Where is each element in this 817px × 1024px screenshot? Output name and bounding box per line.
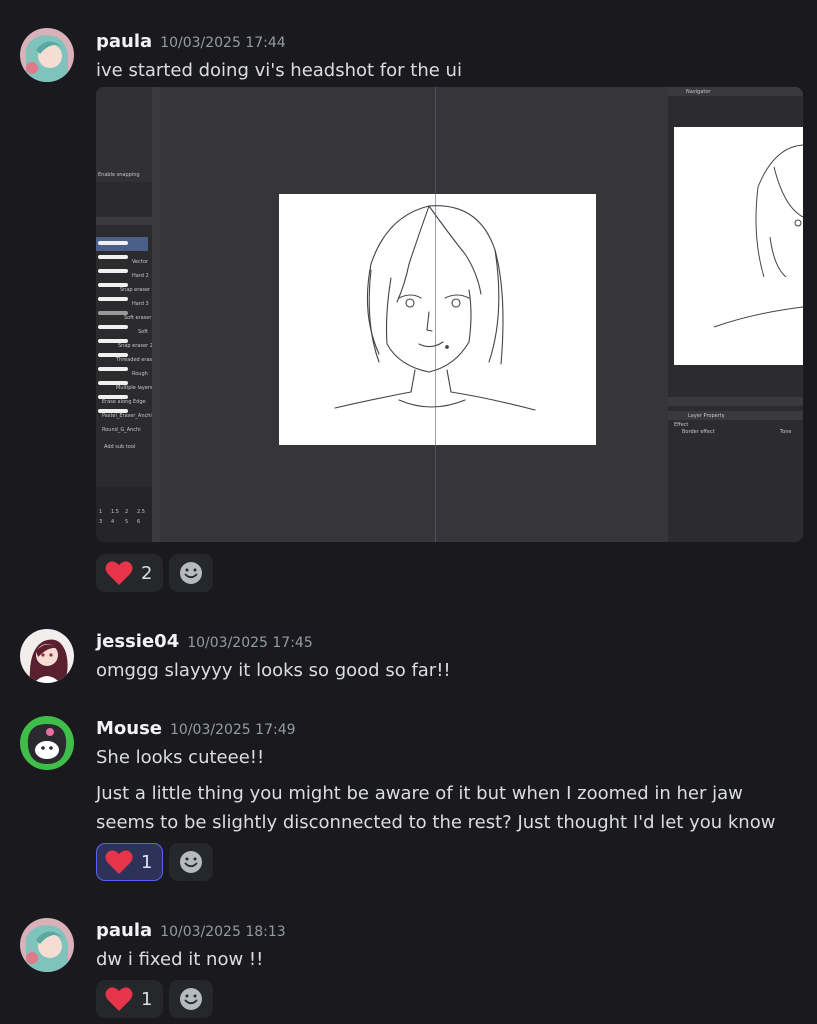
brush-size: 3 bbox=[99, 519, 103, 525]
message-header: paula 10/03/2025 17:44 bbox=[96, 31, 286, 52]
timestamp: 10/03/2025 17:45 bbox=[187, 635, 313, 651]
tool-label: Snap eraser bbox=[120, 287, 151, 293]
tool-label: Enable snapping bbox=[98, 172, 140, 178]
tool-label: Rough bbox=[132, 371, 148, 377]
reaction-count: 1 bbox=[141, 988, 153, 1010]
canvas-area bbox=[160, 87, 668, 542]
brush-size: 5 bbox=[125, 519, 129, 525]
message-header: jessie04 10/03/2025 17:45 bbox=[96, 631, 313, 652]
drawing-canvas bbox=[279, 194, 596, 445]
brush-size-panel: 1 1.5 2 2.5 3 4 5 6 bbox=[96, 487, 152, 542]
image-attachment[interactable]: Enable snapping Vector Hard 2 Snap erase… bbox=[96, 87, 803, 542]
panel-label: Layer Property bbox=[688, 413, 725, 419]
reaction-heart[interactable]: 1 bbox=[96, 980, 164, 1018]
avatar-paula[interactable] bbox=[20, 918, 74, 972]
heart-icon bbox=[105, 850, 133, 874]
reaction-heart[interactable]: 1 bbox=[96, 843, 164, 881]
avatar-paula-image bbox=[20, 28, 74, 82]
heart-icon bbox=[105, 987, 133, 1011]
message-paula-1: paula 10/03/2025 17:44 ive started doing … bbox=[0, 0, 817, 600]
add-reaction-button[interactable] bbox=[169, 843, 214, 881]
guide-line bbox=[435, 87, 436, 542]
smile-icon bbox=[180, 851, 203, 873]
tool-label: Snap eraser 2 bbox=[118, 343, 153, 349]
avatar-paula[interactable] bbox=[20, 28, 74, 82]
heart-icon bbox=[105, 561, 133, 585]
brush-size: 4 bbox=[111, 519, 115, 525]
tool-label: Soft eraser bbox=[124, 315, 152, 321]
navigator-preview bbox=[674, 127, 803, 365]
panel-label: Tone bbox=[780, 429, 792, 435]
avatar-jessie04-image bbox=[20, 629, 74, 683]
tool-label: Multiple layers bbox=[116, 385, 153, 391]
add-reaction-button[interactable] bbox=[169, 554, 214, 592]
message-header: paula 10/03/2025 18:13 bbox=[96, 920, 286, 941]
tool-label: Add sub tool bbox=[104, 444, 136, 450]
timestamp: 10/03/2025 17:44 bbox=[160, 35, 286, 51]
tool-label: Erase along Edge bbox=[102, 399, 146, 405]
add-reaction-button[interactable] bbox=[169, 980, 214, 1018]
username[interactable]: paula bbox=[96, 920, 152, 941]
tool-label: Hard 3 bbox=[132, 301, 149, 307]
avatar-paula-image bbox=[20, 918, 74, 972]
smile-icon bbox=[180, 988, 203, 1010]
reaction-bar: 1 bbox=[96, 843, 214, 881]
brush-size: 2.5 bbox=[137, 509, 145, 515]
avatar-mouse-image bbox=[20, 716, 74, 770]
username[interactable]: jessie04 bbox=[96, 631, 179, 652]
brush-size: 6 bbox=[137, 519, 141, 525]
panel-label: Border effect bbox=[682, 429, 715, 435]
username[interactable]: Mouse bbox=[96, 718, 162, 739]
message-text: dw i fixed it now !! bbox=[96, 949, 264, 970]
reaction-count: 2 bbox=[141, 562, 153, 584]
message-text: seems to be slightly disconnected to the… bbox=[96, 812, 776, 833]
sketch-drawing bbox=[334, 205, 536, 411]
message-mouse: Mouse 10/03/2025 17:49 She looks cuteee!!… bbox=[0, 700, 817, 890]
message-text: ive started doing vi's headshot for the … bbox=[96, 60, 462, 81]
brush-size: 2 bbox=[125, 509, 129, 515]
message-text: Just a little thing you might be aware o… bbox=[96, 783, 743, 804]
timestamp: 10/03/2025 18:13 bbox=[160, 924, 286, 940]
brush-size: 1 bbox=[99, 509, 103, 515]
reaction-heart[interactable]: 2 bbox=[96, 554, 164, 592]
navigator-panel: Navigator Layer Property Effect Border e… bbox=[668, 87, 803, 542]
username[interactable]: paula bbox=[96, 31, 152, 52]
panel-label: Navigator bbox=[686, 89, 711, 95]
message-text: omggg slayyyy it looks so good so far!! bbox=[96, 660, 451, 681]
tool-panel: Enable snapping Vector Hard 2 Snap erase… bbox=[96, 87, 157, 542]
reaction-count: 1 bbox=[141, 851, 153, 873]
tool-label: Pastel_Eraser_Anchi bbox=[102, 413, 152, 419]
tool-label: Hard 2 bbox=[132, 273, 149, 279]
message-paula-2: paula 10/03/2025 18:13 dw i fixed it now … bbox=[0, 890, 817, 1024]
tool-label: Round_G_Anchi bbox=[102, 427, 141, 433]
panel-scrollbar bbox=[152, 87, 160, 542]
smile-icon bbox=[180, 562, 203, 584]
message-text: She looks cuteee!! bbox=[96, 747, 265, 768]
panel-label: Effect bbox=[674, 422, 689, 428]
tool-label: Vector bbox=[132, 259, 148, 265]
timestamp: 10/03/2025 17:49 bbox=[170, 722, 296, 738]
avatar-mouse[interactable] bbox=[20, 716, 74, 770]
reaction-bar: 2 bbox=[96, 554, 214, 592]
reaction-bar: 1 bbox=[96, 980, 214, 1018]
brush-size: 1.5 bbox=[111, 509, 119, 515]
tool-label: Soft bbox=[138, 329, 148, 335]
message-header: Mouse 10/03/2025 17:49 bbox=[96, 718, 296, 739]
avatar-jessie04[interactable] bbox=[20, 629, 74, 683]
message-jessie04: jessie04 10/03/2025 17:45 omggg slayyyy i… bbox=[0, 600, 817, 700]
